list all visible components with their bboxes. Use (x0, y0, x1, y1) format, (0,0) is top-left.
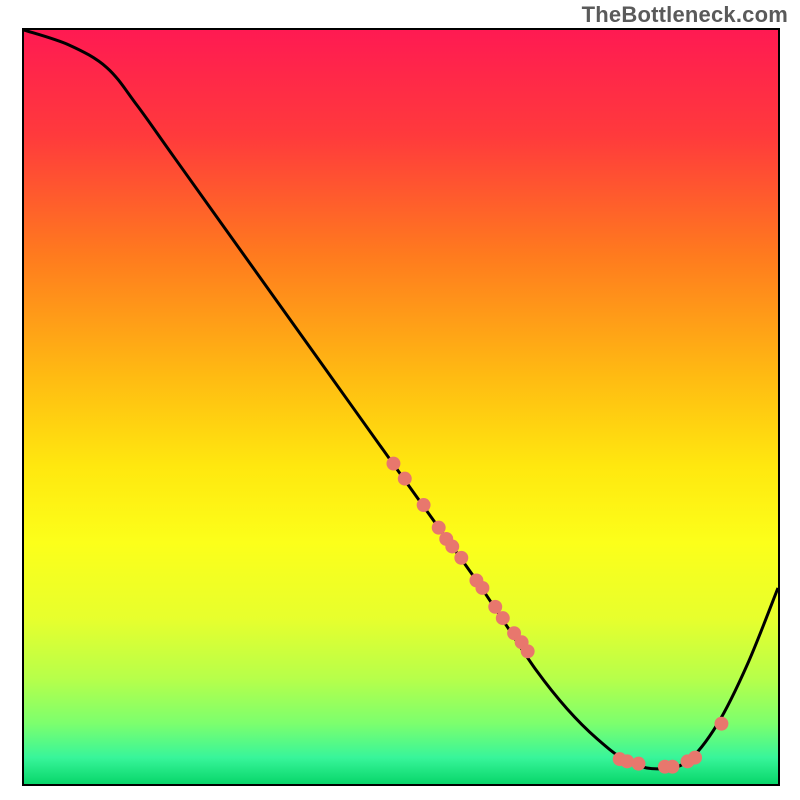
watermark-text: TheBottleneck.com (582, 2, 788, 28)
data-point (445, 540, 459, 554)
chart-overlay (24, 30, 778, 784)
data-point (521, 644, 535, 658)
data-point (665, 760, 679, 774)
data-point (488, 600, 502, 614)
data-point (632, 757, 646, 771)
data-point (688, 751, 702, 765)
data-point (417, 498, 431, 512)
data-point (432, 521, 446, 535)
plot-area (22, 28, 780, 786)
chart-container: TheBottleneck.com (0, 0, 800, 800)
bottleneck-curve (24, 30, 778, 769)
data-point (386, 457, 400, 471)
data-point (454, 551, 468, 565)
dot-group (386, 457, 728, 774)
data-point (475, 581, 489, 595)
data-point (398, 472, 412, 486)
data-point (496, 611, 510, 625)
data-point (714, 717, 728, 731)
